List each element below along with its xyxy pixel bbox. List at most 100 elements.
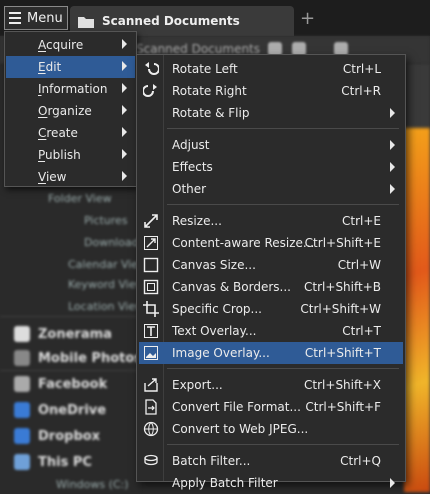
zonerama-icon — [14, 326, 30, 342]
nav-section-label: Facebook — [38, 376, 108, 392]
menu-item-canvas-size[interactable]: Canvas Size... Ctrl+W — [139, 254, 403, 276]
menu-item-acquire[interactable]: Acquire — [6, 34, 135, 56]
chevron-right-icon — [390, 478, 395, 488]
nav-section[interactable]: Facebook — [14, 376, 107, 392]
menu-item-label: Create — [38, 126, 78, 140]
menu-item-specific-crop[interactable]: Specific Crop... Ctrl+Shift+W — [139, 298, 403, 320]
menu-item-apply-batch-filter[interactable]: Apply Batch Filter — [139, 472, 403, 494]
menu-item-adjust[interactable]: Adjust — [139, 134, 403, 156]
tree-item[interactable]: Location View — [68, 300, 144, 313]
crop-icon — [143, 301, 159, 317]
menu-item-information[interactable]: Information — [6, 78, 135, 100]
shortcut-label: Ctrl+Shift+X — [304, 378, 381, 392]
menu-item-label: Canvas & Borders... — [172, 280, 291, 294]
dropbox-icon — [14, 428, 30, 444]
menu-item-convert-to-web-jpeg[interactable]: Convert to Web JPEG... — [139, 418, 403, 440]
menu-item-label: Convert File Format... — [172, 400, 301, 414]
new-tab-icon[interactable]: + — [300, 8, 315, 29]
tree-item[interactable]: Keyword View — [68, 278, 145, 291]
web-jpeg-icon — [143, 421, 159, 437]
shortcut-label: Ctrl+E — [342, 214, 381, 228]
canvas-size-icon — [143, 257, 159, 273]
menu-item-label: Rotate Left — [172, 62, 238, 76]
chevron-right-icon — [390, 140, 395, 150]
menu-item-label: Edit — [38, 60, 62, 74]
menu-item-rotate-left[interactable]: Rotate Left Ctrl+L — [139, 58, 403, 80]
edit-submenu: Rotate Left Ctrl+L Rotate Right Ctrl+R Rotat… — [136, 54, 406, 490]
menu-item-label: Text Overlay... — [172, 324, 257, 338]
photo-thumbnail — [404, 128, 430, 492]
menu-item-resize[interactable]: Resize... Ctrl+E — [139, 210, 403, 232]
shortcut-label: Ctrl+Shift+F — [305, 400, 381, 414]
menu-item-edit[interactable]: Edit — [6, 56, 135, 78]
menu-item-image-overlay[interactable]: Image Overlay... Ctrl+Shift+T — [139, 342, 403, 364]
menu-item-batch-filter[interactable]: Batch Filter... Ctrl+Q — [139, 450, 403, 472]
content-aware-resize-icon — [144, 236, 158, 250]
rotate-left-icon — [145, 62, 159, 75]
menu-item-label: Rotate Right — [172, 84, 247, 98]
menu-item-label: Image Overlay... — [172, 346, 270, 360]
shortcut-label: Ctrl+Shift+B — [304, 280, 381, 294]
chevron-right-icon — [390, 184, 395, 194]
resize-icon — [144, 214, 158, 228]
menu-item-other[interactable]: Other — [139, 178, 403, 200]
menu-separator — [167, 204, 399, 205]
menu-item-label: Export... — [172, 378, 223, 392]
chevron-right-icon — [122, 39, 127, 49]
menu-item-publish[interactable]: Publish — [6, 144, 135, 166]
nav-section[interactable]: This PC — [14, 454, 92, 470]
nav-section[interactable]: Zonerama — [14, 326, 112, 342]
divider — [0, 316, 140, 317]
menu-item-canvas-and-borders[interactable]: Canvas & Borders... Ctrl+Shift+B — [139, 276, 403, 298]
nav-section-label: Mobile Photos — [38, 350, 143, 366]
menu-item-organize[interactable]: Organize — [6, 100, 135, 122]
menu-item-label: Specific Crop... — [172, 302, 262, 316]
nav-section[interactable]: Mobile Photos — [14, 350, 142, 366]
nav-section[interactable]: OneDrive — [14, 402, 106, 418]
menu-item-content-aware-resize[interactable]: Content-aware Resize... Ctrl+Shift+E — [139, 232, 403, 254]
phone-icon — [14, 350, 30, 366]
nav-section-label: This PC — [38, 454, 92, 470]
menu-item-text-overlay[interactable]: Text Overlay... Ctrl+T — [139, 320, 403, 342]
nav-section-label: OneDrive — [38, 402, 107, 418]
chevron-right-icon — [122, 105, 127, 115]
chevron-right-icon — [390, 108, 395, 118]
nav-section[interactable]: Dropbox — [14, 428, 100, 444]
nav-section-label: Dropbox — [38, 428, 101, 444]
chevron-right-icon — [122, 83, 127, 93]
shortcut-label: Ctrl+Q — [340, 454, 381, 468]
menu-item-label: Adjust — [172, 138, 210, 152]
shortcut-label: Ctrl+L — [342, 62, 381, 76]
menu-item-convert-file-format[interactable]: Convert File Format... Ctrl+Shift+F — [139, 396, 403, 418]
divider — [0, 370, 140, 371]
menu-item-rotate-right[interactable]: Rotate Right Ctrl+R — [139, 80, 403, 102]
chevron-right-icon — [122, 171, 127, 181]
tree-item[interactable]: Folder View — [48, 192, 112, 205]
tab-title: Scanned Documents — [102, 14, 240, 28]
menu-button[interactable]: Menu — [4, 6, 68, 30]
menu-separator — [167, 128, 399, 129]
menu-item-create[interactable]: Create — [6, 122, 135, 144]
menu-item-label: Rotate & Flip — [172, 106, 250, 120]
tree-item[interactable]: Pictures — [84, 214, 128, 227]
text-overlay-icon — [144, 324, 158, 338]
menu-item-label: Information — [38, 82, 108, 96]
menu-item-export[interactable]: Export... Ctrl+Shift+X — [139, 374, 403, 396]
facebook-icon — [14, 376, 30, 392]
chevron-right-icon — [122, 61, 127, 71]
folder-icon — [78, 16, 94, 28]
onedrive-icon — [14, 402, 30, 418]
menu-item-label: Publish — [38, 148, 81, 162]
menu-item-label: Effects — [172, 160, 213, 174]
menu-item-effects[interactable]: Effects — [139, 156, 403, 178]
shortcut-label: Ctrl+Shift+T — [304, 346, 381, 360]
menu-item-label: Resize... — [172, 214, 222, 228]
menu-item-label: Other — [172, 182, 207, 196]
menu-item-label: Convert to Web JPEG... — [172, 422, 309, 436]
menu-separator — [167, 368, 399, 369]
menu-item-rotate-and-flip[interactable]: Rotate & Flip — [139, 102, 403, 124]
tree-item[interactable]: Windows (C:) — [56, 478, 129, 491]
menu-item-view[interactable]: View — [6, 166, 135, 188]
shortcut-label: Ctrl+Shift+E — [304, 236, 381, 250]
canvas-borders-icon — [143, 279, 159, 295]
